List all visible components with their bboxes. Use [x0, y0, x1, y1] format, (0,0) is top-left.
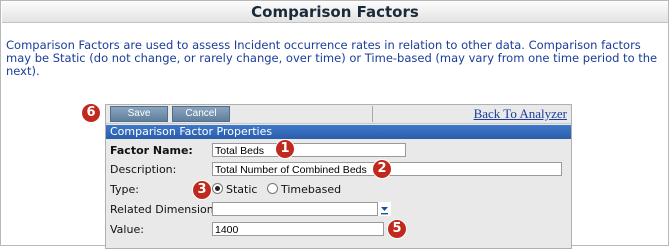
factor-name-input[interactable]: Total Beds: [212, 143, 406, 157]
back-to-analyzer-link[interactable]: Back To Analyzer: [474, 105, 567, 123]
related-dimension-select[interactable]: [212, 202, 378, 216]
type-label: Type:: [110, 183, 139, 196]
related-dimension-label: Related Dimension:: [110, 203, 218, 216]
marker-1: 1: [276, 140, 294, 158]
cancel-button[interactable]: Cancel: [172, 106, 230, 122]
timebased-radio[interactable]: [266, 183, 278, 194]
static-radio-label[interactable]: Static: [226, 183, 257, 196]
chevron-down-icon[interactable]: [378, 202, 391, 216]
timebased-radio-label[interactable]: Timebased: [281, 183, 341, 196]
value-row: Value: 1400: [106, 220, 571, 239]
marker-2: 2: [373, 160, 391, 178]
description-label: Description:: [110, 163, 177, 176]
window-frame: Comparison Factors Comparison Factors ar…: [0, 0, 669, 249]
factor-name-row: Factor Name: Total Beds: [106, 141, 571, 160]
intro-text: Comparison Factors are used to assess In…: [6, 38, 658, 78]
value-label: Value:: [110, 223, 144, 236]
static-radio[interactable]: [212, 183, 223, 194]
comparison-factor-form: Save Cancel Back To Analyzer Comparison …: [105, 104, 572, 249]
value-input[interactable]: 1400: [212, 222, 384, 236]
form-toolbar: Save Cancel Back To Analyzer: [106, 105, 571, 124]
related-dimension-row: Related Dimension:: [106, 200, 571, 219]
description-row: Description: Total Number of Combined Be…: [106, 160, 571, 179]
save-button[interactable]: Save: [110, 106, 168, 122]
section-header: Comparison Factor Properties: [106, 125, 571, 139]
type-row: Type: Static Timebased: [106, 180, 571, 199]
marker-6: 6: [82, 104, 100, 122]
marker-3: 3: [193, 181, 211, 199]
window-title: Comparison Factors: [2, 2, 668, 23]
marker-5: 5: [388, 220, 406, 238]
factor-name-label: Factor Name:: [110, 144, 193, 157]
toolbar-divider: [372, 106, 373, 122]
type-radio-group: Static Timebased: [212, 180, 341, 199]
